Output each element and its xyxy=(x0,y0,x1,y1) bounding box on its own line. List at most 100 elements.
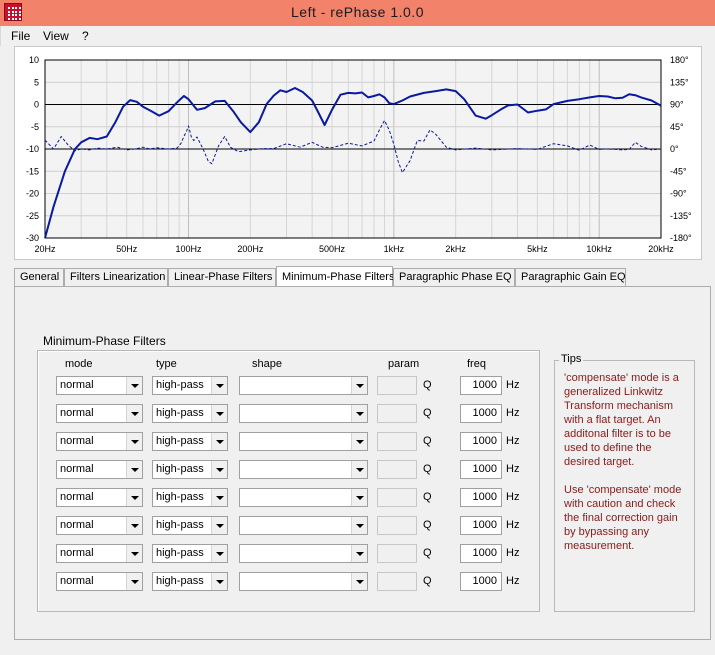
mode-select-value: normal xyxy=(60,519,94,531)
mode-select[interactable]: normal xyxy=(56,572,143,591)
chevron-down-icon[interactable] xyxy=(126,461,142,478)
type-select[interactable]: high-pass xyxy=(152,460,228,479)
type-select[interactable]: high-pass xyxy=(152,488,228,507)
chevron-down-icon[interactable] xyxy=(351,461,367,478)
chevron-down-icon[interactable] xyxy=(126,573,142,590)
mode-select[interactable]: normal xyxy=(56,376,143,395)
freq-input[interactable]: 1000 xyxy=(460,516,502,535)
param-input[interactable] xyxy=(377,376,417,395)
mode-select[interactable]: normal xyxy=(56,488,143,507)
q-label: Q xyxy=(423,575,432,587)
chevron-down-icon[interactable] xyxy=(211,461,227,478)
chevron-down-icon[interactable] xyxy=(126,433,142,450)
shape-select[interactable] xyxy=(239,488,368,507)
chevron-down-icon[interactable] xyxy=(351,517,367,534)
mode-select-value: normal xyxy=(60,491,94,503)
mode-select[interactable]: normal xyxy=(56,460,143,479)
mode-select-value: normal xyxy=(60,379,94,391)
shape-select[interactable] xyxy=(239,432,368,451)
shape-select[interactable] xyxy=(239,460,368,479)
type-select[interactable]: high-pass xyxy=(152,544,228,563)
tab-minimum-phase-filters[interactable]: Minimum-Phase Filters xyxy=(276,266,394,287)
q-label: Q xyxy=(423,491,432,503)
chevron-down-icon[interactable] xyxy=(211,377,227,394)
tab-paragraphic-phase-eq[interactable]: Paragraphic Phase EQ xyxy=(393,268,515,286)
y-tick-label-right: -45° xyxy=(670,166,687,176)
chevron-down-icon[interactable] xyxy=(211,433,227,450)
freq-input[interactable]: 1000 xyxy=(460,488,502,507)
freq-input[interactable]: 1000 xyxy=(460,460,502,479)
hz-label: Hz xyxy=(506,519,520,531)
response-plot-panel[interactable]: 10 5 0 -5 -10 -15 -20 -25 -30 180° 135° 90° 45° 0° -45… xyxy=(14,46,702,260)
column-header-param: param xyxy=(388,358,420,370)
chevron-down-icon[interactable] xyxy=(126,405,142,422)
menu-file[interactable]: File xyxy=(11,29,30,43)
chevron-down-icon[interactable] xyxy=(126,517,142,534)
chevron-down-icon[interactable] xyxy=(126,377,142,394)
type-select[interactable]: high-pass xyxy=(152,404,228,423)
shape-select[interactable] xyxy=(239,376,368,395)
mode-select[interactable]: normal xyxy=(56,404,143,423)
chevron-down-icon[interactable] xyxy=(351,433,367,450)
tab-linear-phase-filters[interactable]: Linear-Phase Filters xyxy=(168,268,276,286)
hz-label: Hz xyxy=(506,575,520,587)
response-chart[interactable]: 10 5 0 -5 -10 -15 -20 -25 -30 180° 135° 90° 45° 0° -45… xyxy=(15,47,703,261)
tab-paragraphic-gain-eq[interactable]: Paragraphic Gain EQ xyxy=(515,268,626,286)
y-tick-label-left: -10 xyxy=(26,144,39,154)
shape-select[interactable] xyxy=(239,572,368,591)
freq-input[interactable]: 1000 xyxy=(460,572,502,591)
mode-select[interactable]: normal xyxy=(56,516,143,535)
column-header-shape: shape xyxy=(252,358,282,370)
y-tick-label-left: 10 xyxy=(29,55,39,65)
param-input[interactable] xyxy=(377,404,417,423)
x-tick-label: 10kHz xyxy=(586,244,612,254)
menu-bar: File View ? xyxy=(0,26,715,46)
param-input[interactable] xyxy=(377,544,417,563)
mode-select[interactable]: normal xyxy=(56,544,143,563)
chevron-down-icon[interactable] xyxy=(211,573,227,590)
type-select[interactable]: high-pass xyxy=(152,572,228,591)
chevron-down-icon[interactable] xyxy=(211,545,227,562)
type-select[interactable]: high-pass xyxy=(152,432,228,451)
x-tick-label: 500Hz xyxy=(319,244,346,254)
type-select-value: high-pass xyxy=(156,547,204,559)
param-input[interactable] xyxy=(377,432,417,451)
shape-select[interactable] xyxy=(239,404,368,423)
menu-view[interactable]: View xyxy=(43,29,69,43)
freq-input[interactable]: 1000 xyxy=(460,544,502,563)
type-select[interactable]: high-pass xyxy=(152,376,228,395)
chevron-down-icon[interactable] xyxy=(351,405,367,422)
chevron-down-icon[interactable] xyxy=(126,489,142,506)
freq-input[interactable]: 1000 xyxy=(460,432,502,451)
chevron-down-icon[interactable] xyxy=(211,489,227,506)
tab-general[interactable]: General xyxy=(14,268,64,286)
tab-filters-linearization[interactable]: Filters Linearization xyxy=(64,268,168,286)
chevron-down-icon[interactable] xyxy=(351,545,367,562)
mode-select-value: normal xyxy=(60,435,94,447)
freq-input[interactable]: 1000 xyxy=(460,404,502,423)
chevron-down-icon[interactable] xyxy=(351,489,367,506)
freq-input[interactable]: 1000 xyxy=(460,376,502,395)
chevron-down-icon[interactable] xyxy=(211,405,227,422)
chevron-down-icon[interactable] xyxy=(126,545,142,562)
type-select-value: high-pass xyxy=(156,463,204,475)
param-input[interactable] xyxy=(377,460,417,479)
y-tick-label-left: 0 xyxy=(34,100,39,110)
mode-select[interactable]: normal xyxy=(56,432,143,451)
y-tick-label-left: 5 xyxy=(34,77,39,87)
shape-select[interactable] xyxy=(239,516,368,535)
tip-paragraph: Use 'compensate' mode with caution and c… xyxy=(564,484,682,552)
chevron-down-icon[interactable] xyxy=(351,377,367,394)
shape-select[interactable] xyxy=(239,544,368,563)
x-tick-label: 100Hz xyxy=(176,244,203,254)
param-input[interactable] xyxy=(377,572,417,591)
menu-help[interactable]: ? xyxy=(82,29,89,43)
chevron-down-icon[interactable] xyxy=(351,573,367,590)
chevron-down-icon[interactable] xyxy=(211,517,227,534)
title-bar[interactable]: Left - rePhase 1.0.0 xyxy=(0,0,715,26)
param-input[interactable] xyxy=(377,516,417,535)
column-header-type: type xyxy=(156,358,177,370)
y-tick-label-right: 0° xyxy=(670,144,679,154)
type-select[interactable]: high-pass xyxy=(152,516,228,535)
param-input[interactable] xyxy=(377,488,417,507)
